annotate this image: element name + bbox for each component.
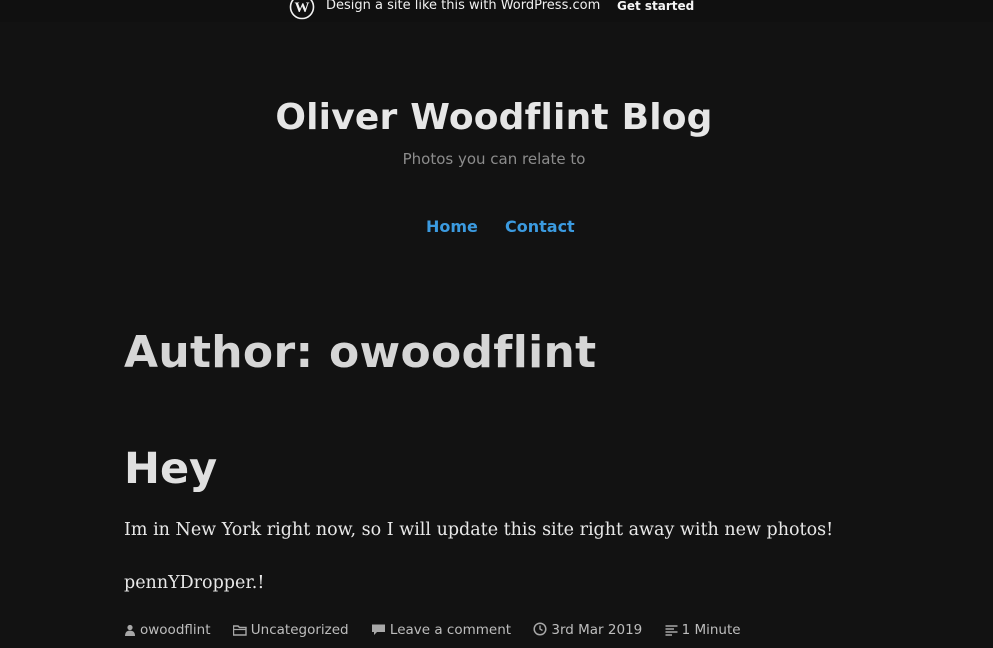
site-tagline: Photos you can relate to bbox=[402, 150, 586, 168]
nav-item-contact[interactable]: Contact bbox=[505, 217, 575, 236]
author-link[interactable]: owoodflint bbox=[140, 622, 211, 638]
comment-icon bbox=[371, 624, 385, 635]
meta-author: owoodflint bbox=[124, 622, 211, 638]
clock-icon bbox=[533, 622, 547, 636]
archive-title: Author: owoodflint bbox=[124, 327, 597, 378]
post-body: Im in New York right now, so I will upda… bbox=[124, 520, 834, 540]
meta-comments: Leave a comment bbox=[371, 622, 511, 638]
meta-read-time: 1 Minute bbox=[665, 622, 741, 638]
post-title[interactable]: Hey bbox=[124, 444, 217, 494]
category-link[interactable]: Uncategorized bbox=[251, 622, 349, 638]
site-title[interactable]: Oliver Woodflint Blog bbox=[0, 97, 988, 138]
wordpress-logo-icon[interactable]: W bbox=[289, 0, 315, 20]
wordpress-promo-link[interactable]: Design a site like this with WordPress.c… bbox=[326, 0, 600, 13]
meta-date: 3rd Mar 2019 bbox=[533, 622, 642, 638]
nav-item-home[interactable]: Home bbox=[426, 217, 478, 236]
reading-time-icon bbox=[665, 625, 678, 636]
get-started-link[interactable]: Get started bbox=[617, 0, 694, 13]
wordpress-promo-bar: W Design a site like this with WordPress… bbox=[0, 0, 993, 22]
main-navigation: Home Contact bbox=[426, 217, 597, 236]
user-icon bbox=[125, 624, 135, 636]
post-signature: pennYDropper.! bbox=[124, 573, 265, 593]
leave-comment-link[interactable]: Leave a comment bbox=[390, 622, 511, 638]
post-meta: owoodflint Uncategorized Leave a comment… bbox=[124, 622, 759, 638]
date-link[interactable]: 3rd Mar 2019 bbox=[551, 622, 642, 638]
meta-category: Uncategorized bbox=[232, 622, 349, 638]
folder-icon bbox=[232, 625, 247, 636]
read-time-text: 1 Minute bbox=[681, 622, 741, 638]
svg-text:W: W bbox=[295, 0, 310, 16]
